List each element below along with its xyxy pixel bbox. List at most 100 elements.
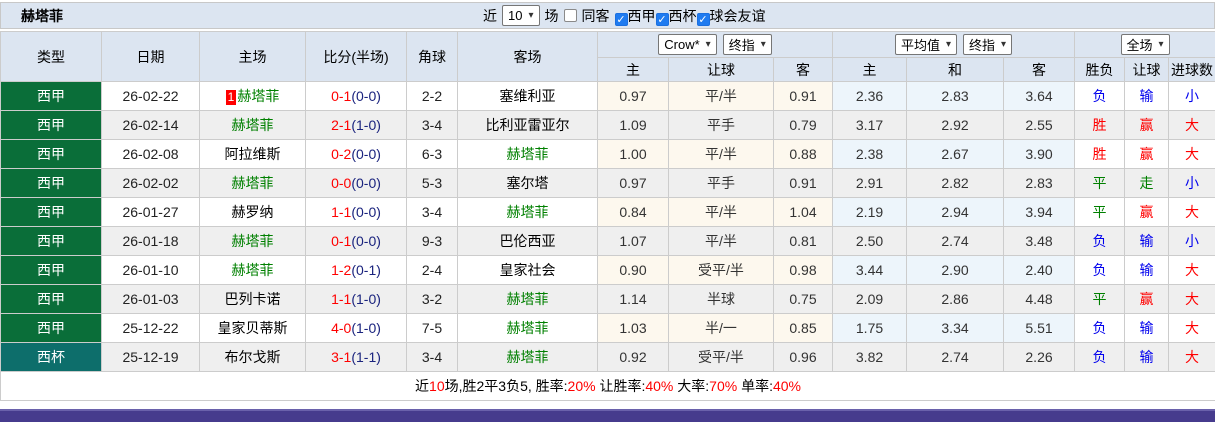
match-date: 25-12-19: [101, 342, 200, 372]
near-label: 近: [483, 7, 497, 24]
home-team[interactable]: 巴列卡诺: [199, 284, 306, 314]
handicap-line: 平/半: [668, 226, 774, 256]
avg-home-odds: 3.44: [832, 255, 908, 285]
home-odds: 0.84: [597, 197, 669, 227]
avg-home-odds: 2.91: [832, 168, 908, 198]
away-team-name: 塞尔塔: [506, 175, 549, 191]
result-wdl: 平: [1074, 284, 1126, 314]
subcol-avg-draw: 和: [906, 57, 1005, 82]
result-handicap: 赢: [1124, 197, 1170, 227]
league-filter-label: 西甲: [627, 7, 656, 24]
away-team[interactable]: 赫塔菲: [457, 139, 598, 169]
table-row: 西甲 26-02-22 1 赫塔菲 0-1(0-0) 2-2 塞维利亚 0.97 …: [0, 81, 1215, 111]
avg-away-odds: 3.64: [1003, 81, 1076, 111]
corner-count: 2-2: [406, 81, 458, 111]
summary-stat-label: 场,胜2平3负5, 胜率:: [444, 378, 568, 394]
away-team[interactable]: 赫塔菲: [457, 342, 598, 372]
subcol-result-wdl: 胜负: [1074, 57, 1126, 82]
fulltime-score: 1-1: [331, 204, 352, 220]
home-team[interactable]: 阿拉维斯: [199, 139, 306, 169]
home-team-name: 阿拉维斯: [224, 146, 281, 162]
league-filter-checkbox[interactable]: ✓: [655, 12, 669, 26]
league-badge: 西甲: [0, 110, 102, 140]
avg-select[interactable]: 平均值 ▾: [894, 34, 958, 55]
scope-select-value: 全场: [1126, 38, 1153, 53]
corner-count: 3-4: [406, 197, 458, 227]
match-date: 26-01-03: [101, 284, 200, 314]
table-row: 西甲 26-01-18 赫塔菲 0-1(0-0) 9-3 巴伦西亚 1.07 平…: [0, 226, 1215, 256]
league-badge: 西甲: [0, 255, 102, 285]
subcol-result-goals: 进球数: [1168, 57, 1215, 82]
corner-count: 3-4: [406, 110, 458, 140]
league-badge: 西甲: [0, 81, 102, 111]
result-handicap: 赢: [1124, 139, 1170, 169]
away-team[interactable]: 巴伦西亚: [457, 226, 598, 256]
league-filter-checkbox[interactable]: ✓: [696, 12, 710, 26]
league-filter-checkbox[interactable]: ✓: [614, 12, 628, 26]
avg-draw-odds: 2.86: [906, 284, 1005, 314]
fulltime-score: 0-1: [331, 233, 352, 249]
result-handicap: 输: [1124, 81, 1170, 111]
away-team[interactable]: 塞尔塔: [457, 168, 598, 198]
home-odds: 1.14: [597, 284, 669, 314]
match-date: 26-02-08: [101, 139, 200, 169]
away-team[interactable]: 赫塔菲: [457, 313, 598, 343]
away-team[interactable]: 赫塔菲: [457, 197, 598, 227]
home-odds: 1.03: [597, 313, 669, 343]
home-team[interactable]: 皇家贝蒂斯: [199, 313, 306, 343]
home-team-name: 赫罗纳: [231, 204, 274, 220]
avg-draw-odds: 2.92: [906, 110, 1005, 140]
bookmaker-select-value: Crow*: [664, 37, 700, 52]
home-team[interactable]: 赫塔菲: [199, 168, 306, 198]
result-wdl: 负: [1074, 255, 1126, 285]
summary-stat-label: 大率:: [673, 378, 710, 394]
league-badge: 西甲: [0, 226, 102, 256]
table-row: 西甲 26-02-14 赫塔菲 2-1(1-0) 3-4 比利亚雷亚尔 1.09…: [0, 110, 1215, 140]
bookmaker-stage-select[interactable]: 终指 ▾: [722, 34, 772, 55]
col-header-league-type: 类型: [0, 31, 102, 82]
away-team[interactable]: 塞维利亚: [457, 81, 598, 111]
summary-stats: 近10场,胜2平3负5, 胜率:20% 让胜率:40% 大率:70% 单率:40…: [0, 371, 1215, 401]
bookmaker-select[interactable]: Crow* ▾: [658, 34, 717, 55]
avg-stage-select[interactable]: 终指 ▾: [963, 34, 1013, 55]
home-team-name: 布尔戈斯: [224, 349, 281, 365]
home-team[interactable]: 1 赫塔菲: [199, 81, 306, 111]
col-header-away: 客场: [457, 31, 598, 82]
avg-home-odds: 2.19: [832, 197, 908, 227]
recent-count-select[interactable]: 10 ▾: [502, 5, 540, 26]
home-team[interactable]: 赫塔菲: [199, 110, 306, 140]
league-filter-label: 球会友谊: [709, 7, 766, 24]
team-title: 赫塔菲: [21, 7, 63, 24]
home-team[interactable]: 布尔戈斯: [199, 342, 306, 372]
league-badge: 西杯: [0, 342, 102, 372]
league-filters: ✓ 西甲 ✓ 西杯 ✓ 球会友谊: [614, 6, 766, 26]
halftime-score: (0-0): [351, 146, 381, 162]
home-team-name: 赫塔菲: [231, 262, 274, 278]
result-wdl: 平: [1074, 168, 1126, 198]
away-team[interactable]: 赫塔菲: [457, 284, 598, 314]
avg-home-odds: 2.50: [832, 226, 908, 256]
fulltime-score: 0-0: [331, 175, 352, 191]
summary-stat-value: 70%: [709, 378, 738, 394]
away-team[interactable]: 皇家社会: [457, 255, 598, 285]
avg-draw-odds: 2.83: [906, 81, 1005, 111]
match-date: 26-01-10: [101, 255, 200, 285]
same-venue-checkbox[interactable]: [563, 9, 577, 22]
subcol-result-handicap: 让球: [1124, 57, 1170, 82]
avg-draw-odds: 2.67: [906, 139, 1005, 169]
home-team[interactable]: 赫塔菲: [199, 255, 306, 285]
bookmaker-stage-select-value: 终指: [728, 38, 755, 53]
result-handicap: 赢: [1124, 284, 1170, 314]
result-wdl: 负: [1074, 81, 1126, 111]
avg-draw-odds: 2.74: [906, 226, 1005, 256]
summary-stat-label: 让胜率:: [595, 378, 646, 394]
scope-select[interactable]: 全场 ▾: [1120, 34, 1170, 55]
same-venue-label: 同客: [581, 7, 610, 24]
away-team[interactable]: 比利亚雷亚尔: [457, 110, 598, 140]
home-team[interactable]: 赫罗纳: [199, 197, 306, 227]
result-handicap: 输: [1124, 313, 1170, 343]
score-cell: 1-1(1-0): [305, 284, 407, 314]
summary-stat-value: 10: [429, 378, 445, 394]
match-history-panel: 赫塔菲 近 10 ▾ 场 同客 ✓ 西甲 ✓ 西杯 ✓ 球会友谊 类型 日期 主…: [0, 0, 1215, 422]
home-team[interactable]: 赫塔菲: [199, 226, 306, 256]
